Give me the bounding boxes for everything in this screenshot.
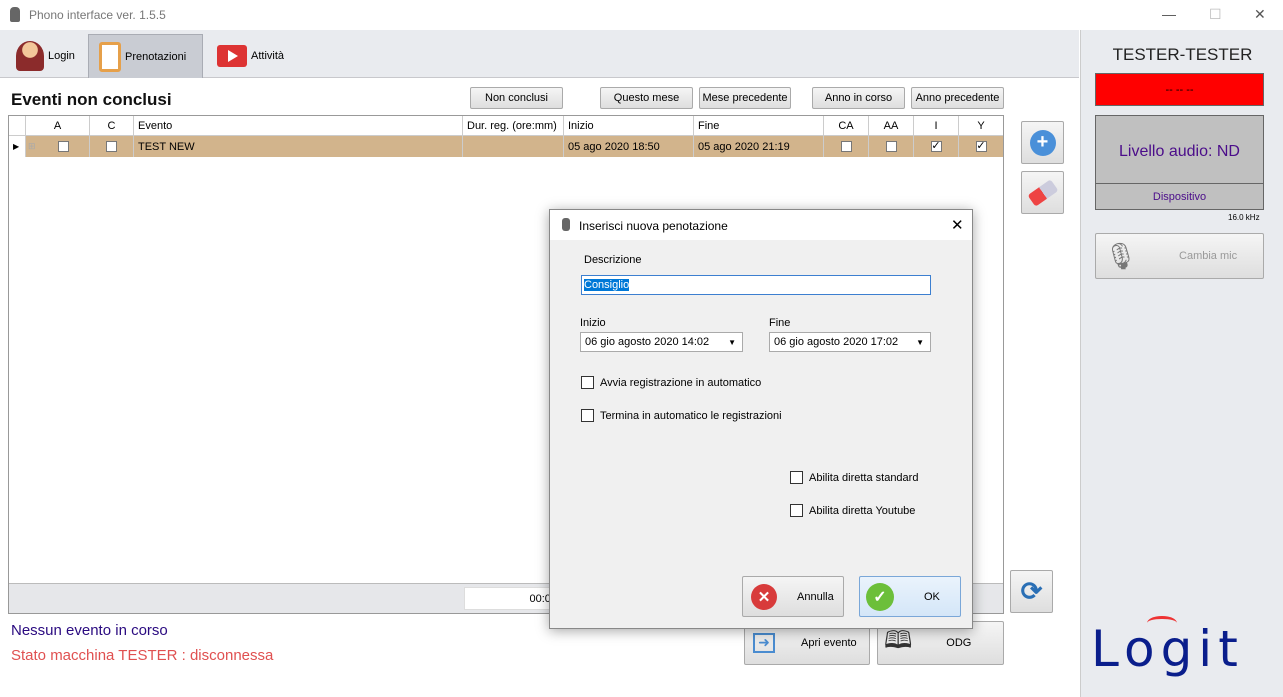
erase-button[interactable] bbox=[1021, 171, 1064, 214]
auto-end-label: Termina in automatico le registrazioni bbox=[600, 409, 782, 422]
auto-end-checkbox[interactable]: Termina in automatico le registrazioni bbox=[581, 409, 782, 422]
open-event-label: Apri evento bbox=[801, 637, 857, 649]
dialog-titlebar: Inserisci nuova penotazione ✕ bbox=[550, 210, 972, 240]
table-row[interactable]: ▶ ⊞ TEST NEW 05 ago 2020 18:50 05 ago 20… bbox=[9, 136, 1003, 157]
filter-questo-mese-button[interactable]: Questo mese bbox=[600, 87, 693, 109]
live-youtube-checkbox[interactable]: Abilita diretta Youtube bbox=[790, 504, 915, 517]
tab-prenotazioni[interactable]: Prenotazioni bbox=[88, 34, 203, 78]
start-label: Inizio bbox=[580, 317, 606, 329]
filter-anno-in-corso-button[interactable]: Anno in corso bbox=[812, 87, 905, 109]
change-mic-button[interactable]: 🎙 Cambia mic bbox=[1095, 233, 1264, 279]
tab-label: Login bbox=[48, 50, 75, 62]
description-input[interactable]: Consiglio bbox=[581, 275, 931, 295]
ok-button[interactable]: ✓ OK bbox=[859, 576, 961, 617]
end-date-picker[interactable]: 06 gio agosto 2020 17:02 ▼ bbox=[769, 332, 931, 352]
column-header[interactable]: Fine bbox=[694, 116, 824, 135]
filter-non-conclusi-button[interactable]: Non conclusi bbox=[470, 87, 563, 109]
page-title: Eventi non conclusi bbox=[11, 90, 172, 109]
play-icon bbox=[217, 45, 247, 67]
column-header[interactable]: AA bbox=[869, 116, 914, 135]
audio-level-box: Livello audio: ND Dispositivo bbox=[1095, 115, 1264, 210]
sample-rate: 16.0 kHz bbox=[1228, 213, 1260, 222]
chevron-down-icon: ▼ bbox=[916, 337, 924, 347]
auto-start-checkbox[interactable]: Avvia registrazione in automatico bbox=[581, 376, 761, 389]
app-icon bbox=[562, 218, 570, 231]
column-header[interactable]: Dur. reg. (ore:mm) bbox=[463, 116, 564, 135]
plus-icon: + bbox=[1029, 129, 1056, 156]
microphone-icon: 🎙 bbox=[1104, 240, 1138, 271]
start-value: 06 gio agosto 2020 14:02 bbox=[585, 336, 710, 348]
logit-logo: Logit bbox=[1091, 616, 1244, 678]
status-event: Nessun evento in corso bbox=[11, 622, 168, 639]
new-booking-dialog: Inserisci nuova penotazione ✕ Descrizion… bbox=[549, 209, 973, 629]
clipboard-icon bbox=[99, 41, 121, 72]
filter-mese-precedente-button[interactable]: Mese precedente bbox=[699, 87, 791, 109]
checkbox-c[interactable] bbox=[106, 141, 117, 152]
maximize-button[interactable]: ☐ bbox=[1209, 6, 1222, 23]
status-machine: Stato macchina TESTER : disconnessa bbox=[11, 647, 274, 664]
window-title: Phono interface ver. 1.5.5 bbox=[29, 8, 166, 22]
chevron-down-icon: ▼ bbox=[728, 337, 736, 347]
app-icon bbox=[10, 7, 20, 22]
tab-label: Prenotazioni bbox=[125, 50, 187, 63]
end-label: Fine bbox=[769, 317, 791, 329]
minimize-button[interactable]: — bbox=[1162, 6, 1176, 22]
dialog-close-button[interactable]: ✕ bbox=[951, 216, 964, 234]
live-standard-label: Abilita diretta standard bbox=[809, 471, 919, 484]
enter-arrow-icon: ➜ bbox=[753, 633, 775, 653]
column-header[interactable]: Y bbox=[959, 116, 1003, 135]
live-youtube-label: Abilita diretta Youtube bbox=[809, 504, 916, 517]
audio-level: Livello audio: ND bbox=[1119, 143, 1240, 160]
auto-start-label: Avvia registrazione in automatico bbox=[600, 376, 762, 389]
add-button[interactable]: + bbox=[1021, 121, 1064, 164]
refresh-icon: ⟳ bbox=[1020, 576, 1043, 606]
cancel-label: Annulla bbox=[797, 590, 834, 603]
end-value: 06 gio agosto 2020 17:02 bbox=[774, 336, 899, 348]
device-label: Dispositivo bbox=[1096, 183, 1263, 210]
timer-display: -- -- -- bbox=[1095, 73, 1264, 106]
column-header[interactable]: CA bbox=[824, 116, 869, 135]
tab-bar: Login Prenotazioni Attività bbox=[0, 30, 1079, 78]
live-standard-checkbox[interactable]: Abilita diretta standard bbox=[790, 471, 918, 484]
cancel-x-icon: ✕ bbox=[751, 583, 777, 610]
row-indicator: ▶ bbox=[9, 136, 26, 157]
cell-fine: 05 ago 2020 21:19 bbox=[694, 136, 824, 157]
odg-label: ODG bbox=[946, 637, 972, 649]
table-header: A C Evento Dur. reg. (ore:mm) Inizio Fin… bbox=[9, 116, 1003, 136]
user-key-icon bbox=[16, 41, 44, 71]
description-label: Descrizione bbox=[584, 254, 642, 266]
cancel-button[interactable]: ✕ Annulla bbox=[742, 576, 844, 617]
eraser-icon bbox=[1027, 178, 1058, 207]
cell-evento: TEST NEW bbox=[134, 136, 463, 157]
expand-icon[interactable]: ⊞ bbox=[28, 141, 36, 152]
column-header[interactable]: Inizio bbox=[564, 116, 694, 135]
filter-anno-precedente-button[interactable]: Anno precedente bbox=[911, 87, 1004, 109]
checkbox-aa[interactable] bbox=[885, 141, 897, 152]
checkbox-y[interactable]: ✓ bbox=[975, 141, 987, 152]
checkbox-i[interactable]: ✓ bbox=[930, 141, 942, 152]
column-header[interactable]: I bbox=[914, 116, 959, 135]
column-header[interactable]: A bbox=[26, 116, 90, 135]
cell-dur bbox=[463, 136, 564, 157]
checkbox-ca[interactable] bbox=[840, 141, 852, 152]
right-panel: TESTER-TESTER -- -- -- Livello audio: ND… bbox=[1080, 30, 1283, 697]
user-name: TESTER-TESTER bbox=[1112, 45, 1253, 64]
tab-label: Attività bbox=[251, 50, 285, 62]
title-bar: Phono interface ver. 1.5.5 — ☐ ✕ bbox=[0, 0, 1283, 30]
tab-attivita[interactable]: Attività bbox=[207, 34, 294, 78]
checkbox-a[interactable] bbox=[57, 141, 69, 152]
description-value: Consiglio bbox=[584, 279, 630, 291]
dialog-title: Inserisci nuova penotazione bbox=[579, 219, 728, 233]
checkmark-icon: ✓ bbox=[866, 582, 894, 611]
cell-inizio: 05 ago 2020 18:50 bbox=[564, 136, 694, 157]
change-mic-label: Cambia mic bbox=[1179, 250, 1238, 262]
ok-label: OK bbox=[924, 590, 940, 603]
refresh-button[interactable]: ⟳ bbox=[1010, 570, 1053, 613]
column-header[interactable]: Evento bbox=[134, 116, 463, 135]
column-header[interactable]: C bbox=[90, 116, 134, 135]
tab-login[interactable]: Login bbox=[6, 34, 85, 78]
close-button[interactable]: ✕ bbox=[1254, 6, 1266, 23]
start-date-picker[interactable]: 06 gio agosto 2020 14:02 ▼ bbox=[580, 332, 743, 352]
